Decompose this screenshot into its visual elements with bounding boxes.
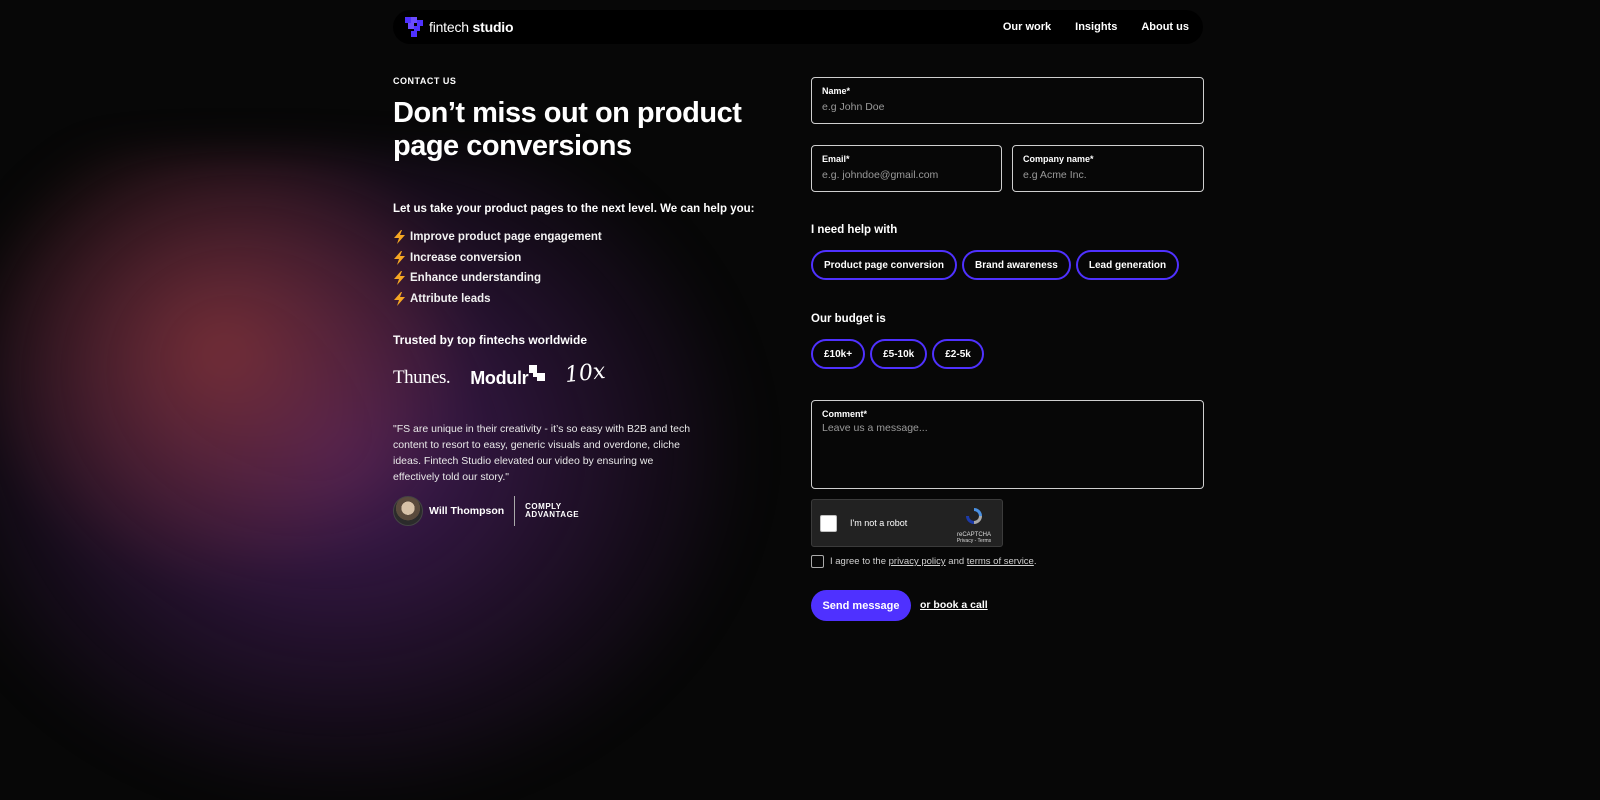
terms-agreement: I agree to the privacy policy and terms …: [811, 555, 1036, 568]
nav-link-about-us[interactable]: About us: [1141, 21, 1189, 33]
lightning-icon: [394, 271, 405, 286]
budget-option-2-5k[interactable]: £2-5k: [932, 339, 984, 369]
budget-option-10k-plus[interactable]: £10k+: [811, 339, 866, 369]
modulr-mark-icon: [529, 364, 546, 381]
author-name: Will Thompson: [429, 505, 505, 517]
trusted-heading: Trusted by top fintechs worldwide: [393, 333, 588, 347]
terms-checkbox[interactable]: [811, 555, 824, 568]
list-item: Improve product page engagement: [393, 227, 793, 248]
help-option-lead-generation[interactable]: Lead generation: [1075, 250, 1180, 280]
email-input[interactable]: [822, 169, 991, 181]
terms-of-service-link[interactable]: terms of service: [967, 556, 1034, 567]
list-item-label: Improve product page engagement: [410, 231, 602, 244]
email-field-label: Email*: [822, 154, 850, 164]
list-item-label: Increase conversion: [410, 251, 522, 264]
10x-logo: 10x: [564, 358, 607, 388]
comment-textarea[interactable]: [822, 422, 1193, 472]
modulr-logo-text: Modulr: [470, 367, 529, 388]
recaptcha-checkbox[interactable]: [820, 514, 837, 532]
terms-period: .: [1033, 556, 1037, 567]
name-input[interactable]: [822, 101, 1193, 113]
recaptcha-label: I'm not a robot: [850, 518, 908, 528]
budget-option-5-10k[interactable]: £5-10k: [870, 339, 928, 369]
list-item-label: Enhance understanding: [410, 272, 541, 285]
help-group-title: I need help with: [811, 224, 898, 236]
intro-text: Let us take your product pages to the ne…: [393, 203, 755, 215]
company-name-field-label: Company name*: [1023, 154, 1094, 164]
logo-text-bold: studio: [472, 19, 514, 35]
nav-link-insights[interactable]: Insights: [1075, 21, 1117, 33]
testimonial-quote: "FS are unique in their creativity - it’…: [393, 423, 691, 483]
thunes-logo: Thunes.: [393, 367, 451, 388]
page-title: Don’t miss out on product page conversio…: [393, 97, 742, 162]
logo[interactable]: fintech studio: [405, 17, 514, 37]
eyebrow: CONTACT US: [393, 76, 457, 86]
logo-text: fintech studio: [429, 19, 514, 35]
recaptcha-widget: I'm not a robot reCAPTCHA Privacy - Term…: [811, 499, 1003, 547]
comply-advantage-logo: COMPLY ADVANTAGE: [525, 503, 579, 519]
logo-text-light: fintech: [429, 19, 473, 35]
list-item: Increase conversion: [393, 248, 793, 269]
testimonial-author: Will Thompson COMPLY ADVANTAGE: [393, 495, 793, 527]
avatar: [393, 496, 423, 526]
divider: [514, 496, 516, 526]
recaptcha-icon: [966, 508, 982, 524]
recaptcha-links[interactable]: Privacy - Terms: [954, 538, 994, 544]
email-field[interactable]: Email*: [811, 145, 1002, 192]
benefits-list: Improve product page engagement Increase…: [393, 227, 793, 309]
list-item-label: Attribute leads: [410, 292, 491, 305]
comment-field[interactable]: Comment*: [811, 400, 1204, 489]
name-field-label: Name*: [822, 86, 851, 96]
lightning-icon: [394, 250, 405, 265]
send-message-button[interactable]: Send message: [811, 590, 911, 621]
client-logos: Thunes. Modulr 10x: [393, 358, 793, 395]
name-field[interactable]: Name*: [811, 77, 1204, 124]
privacy-policy-link[interactable]: privacy policy: [889, 556, 946, 567]
fintech-studio-logo-icon: [405, 17, 423, 37]
recaptcha-logo: reCAPTCHA Privacy - Terms: [954, 506, 994, 544]
list-item: Enhance understanding: [393, 268, 793, 289]
budget-options: £10k+ £5-10k £2-5k: [811, 339, 984, 369]
help-options: Product page conversion Brand awareness …: [811, 250, 1180, 280]
company-name-field[interactable]: Company name*: [1012, 145, 1204, 192]
company-name-input[interactable]: [1023, 169, 1193, 181]
terms-text: I agree to the privacy policy and terms …: [830, 556, 1036, 567]
hero-section: CONTACT US Don’t miss out on product pag…: [393, 76, 793, 527]
modulr-logo: Modulr: [470, 364, 546, 389]
book-a-call-link[interactable]: or book a call: [920, 599, 988, 611]
help-option-product-page-conversion[interactable]: Product page conversion: [811, 250, 958, 280]
top-nav: fintech studio Our work Insights About u…: [393, 10, 1203, 44]
budget-group-title: Our budget is: [811, 313, 886, 325]
terms-conjunction: and: [945, 556, 967, 567]
lightning-icon: [394, 230, 405, 245]
company-logo-line-2: ADVANTAGE: [525, 510, 580, 519]
nav-link-our-work[interactable]: Our work: [1003, 21, 1051, 33]
comment-field-label: Comment*: [822, 409, 868, 419]
nav-links: Our work Insights About us: [1003, 21, 1189, 33]
help-option-brand-awareness[interactable]: Brand awareness: [962, 250, 1071, 280]
terms-prefix: I agree to the: [830, 556, 889, 567]
lightning-icon: [394, 291, 405, 306]
list-item: Attribute leads: [393, 289, 793, 310]
